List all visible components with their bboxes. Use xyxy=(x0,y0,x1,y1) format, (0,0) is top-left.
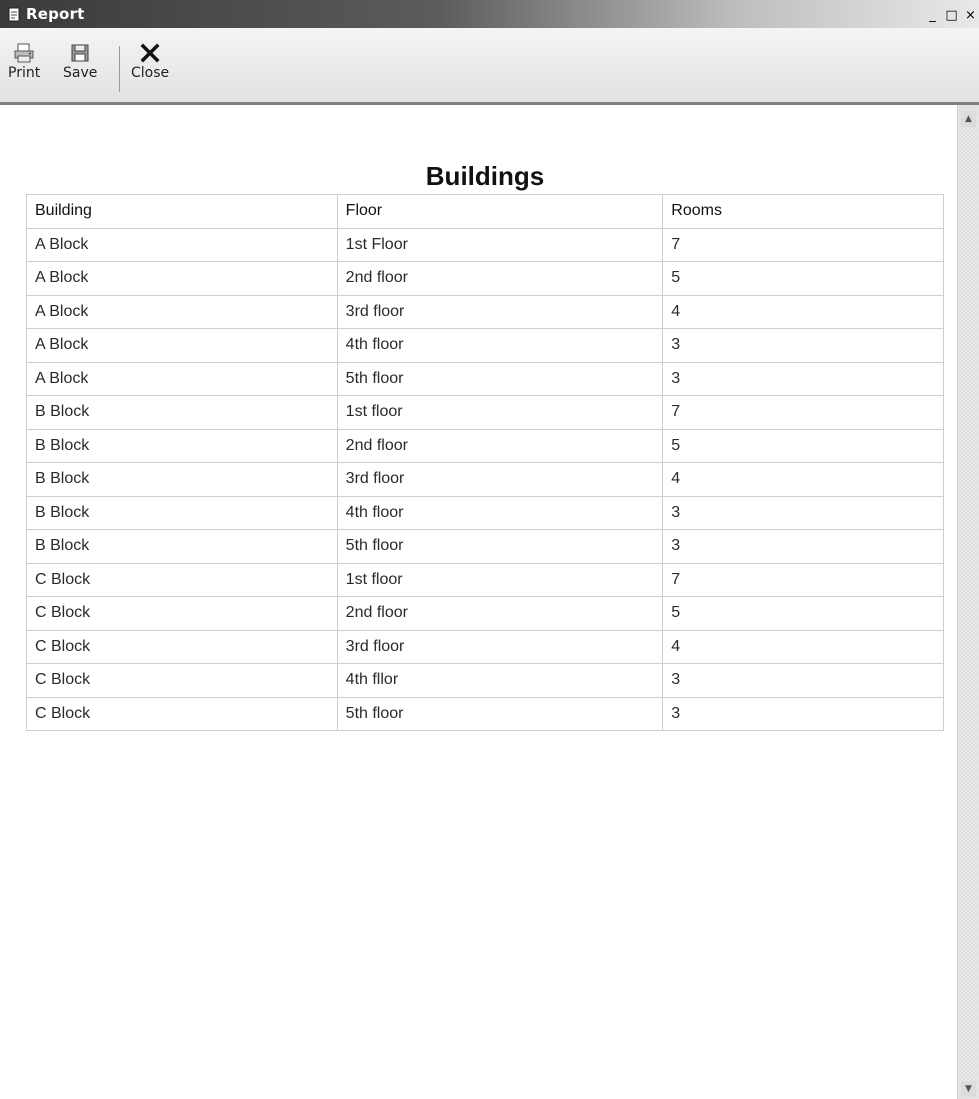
table-row: C Block 1st floor 7 xyxy=(26,562,944,597)
column-header-building: Building xyxy=(26,194,338,229)
printer-icon xyxy=(12,42,36,64)
cell-building: C Block xyxy=(26,562,338,597)
cell-floor: 2nd floor xyxy=(336,428,664,463)
table-row: B Block 4th floor 3 xyxy=(26,495,944,530)
cell-floor: 1st Floor xyxy=(336,227,664,262)
table-row: B Block 2nd floor 5 xyxy=(26,428,944,463)
cell-building: A Block xyxy=(26,361,338,396)
window-title: Report xyxy=(26,5,85,23)
cell-building: B Block xyxy=(26,495,338,530)
cell-building: A Block xyxy=(26,328,338,363)
minimize-button[interactable]: _ xyxy=(924,7,941,24)
cell-floor: 3rd floor xyxy=(336,462,664,497)
cell-rooms: 3 xyxy=(662,495,944,530)
cell-floor: 4th floor xyxy=(336,495,664,530)
cell-rooms: 3 xyxy=(662,361,944,396)
cell-floor: 1st floor xyxy=(336,562,664,597)
cell-floor: 5th floor xyxy=(336,529,664,564)
cell-rooms: 7 xyxy=(662,562,944,597)
cell-building: A Block xyxy=(26,227,338,262)
table-row: C Block 2nd floor 5 xyxy=(26,596,944,631)
table-row: A Block 3rd floor 4 xyxy=(26,294,944,329)
table-header-row: Building Floor Rooms xyxy=(26,194,944,229)
toolbar-separator xyxy=(119,46,120,92)
save-button[interactable]: Save xyxy=(63,42,97,81)
table-row: C Block 5th floor 3 xyxy=(26,696,944,731)
table-row: B Block 1st floor 7 xyxy=(26,395,944,430)
cell-building: B Block xyxy=(26,529,338,564)
report-canvas: Buildings Building Floor Rooms A Block 1s… xyxy=(0,105,958,1099)
cell-floor: 3rd floor xyxy=(336,294,664,329)
table-row: A Block 2nd floor 5 xyxy=(26,261,944,296)
close-label: Close xyxy=(131,65,170,81)
cell-rooms: 4 xyxy=(662,462,944,497)
cell-building: C Block xyxy=(26,663,338,698)
report-document-icon xyxy=(6,6,22,22)
cell-rooms: 4 xyxy=(662,629,944,664)
cell-floor: 2nd floor xyxy=(336,261,664,296)
cell-floor: 2nd floor xyxy=(336,596,664,631)
table-row: C Block 4th fllor 3 xyxy=(26,663,944,698)
cell-rooms: 7 xyxy=(662,395,944,430)
cell-rooms: 3 xyxy=(662,328,944,363)
cell-building: B Block xyxy=(26,428,338,463)
save-label: Save xyxy=(63,65,98,81)
maximize-button[interactable]: □ xyxy=(943,7,960,24)
table-row: A Block 5th floor 3 xyxy=(26,361,944,396)
vertical-scrollbar[interactable]: ▲ ▼ xyxy=(957,105,979,1099)
report-title: Buildings xyxy=(425,161,545,191)
table-row: A Block 1st Floor 7 xyxy=(26,227,944,262)
cell-rooms: 3 xyxy=(662,529,944,564)
cell-rooms: 7 xyxy=(662,227,944,262)
cell-rooms: 5 xyxy=(662,261,944,296)
scroll-down-button[interactable]: ▼ xyxy=(961,1081,976,1097)
window-controls: _ □ × xyxy=(922,5,979,25)
cell-floor: 4th floor xyxy=(336,328,664,363)
cell-floor: 5th floor xyxy=(336,696,664,731)
table-row: B Block 3rd floor 4 xyxy=(26,462,944,497)
cell-building: C Block xyxy=(26,696,338,731)
close-button[interactable]: Close xyxy=(131,42,169,81)
cell-floor: 4th fllor xyxy=(336,663,664,698)
scroll-up-button[interactable]: ▲ xyxy=(961,111,976,127)
report-window: Report _ □ × Print Save Close Buildings … xyxy=(0,0,979,1099)
cell-building: B Block xyxy=(26,462,338,497)
column-header-floor: Floor xyxy=(336,194,664,229)
close-window-button[interactable]: × xyxy=(962,7,979,24)
cell-rooms: 3 xyxy=(662,663,944,698)
cell-building: C Block xyxy=(26,596,338,631)
floppy-disk-icon xyxy=(68,42,92,64)
table-row: A Block 4th floor 3 xyxy=(26,328,944,363)
close-x-icon xyxy=(138,42,162,64)
table-row: B Block 5th floor 3 xyxy=(26,529,944,564)
cell-building: C Block xyxy=(26,629,338,664)
cell-floor: 5th floor xyxy=(336,361,664,396)
print-button[interactable]: Print xyxy=(8,42,40,81)
buildings-table: Building Floor Rooms A Block 1st Floor 7 A … xyxy=(26,194,944,731)
cell-rooms: 5 xyxy=(662,596,944,631)
cell-rooms: 3 xyxy=(662,696,944,731)
column-header-rooms: Rooms xyxy=(662,194,944,229)
cell-rooms: 5 xyxy=(662,428,944,463)
table-row: C Block 3rd floor 4 xyxy=(26,629,944,664)
cell-rooms: 4 xyxy=(662,294,944,329)
cell-building: A Block xyxy=(26,261,338,296)
cell-floor: 1st floor xyxy=(336,395,664,430)
cell-building: A Block xyxy=(26,294,338,329)
cell-floor: 3rd floor xyxy=(336,629,664,664)
cell-building: B Block xyxy=(26,395,338,430)
toolbar: Print Save Close xyxy=(0,28,979,105)
print-label: Print xyxy=(8,65,41,81)
title-bar[interactable]: Report _ □ × xyxy=(0,0,979,28)
